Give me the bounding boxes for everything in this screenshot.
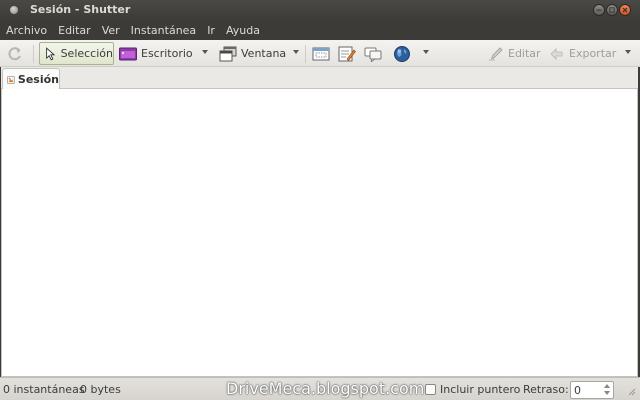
menu-capture-button[interactable] <box>338 42 356 65</box>
delay-spinner[interactable]: 0 <box>570 381 614 399</box>
tab-session-label: Sesión <box>17 73 59 86</box>
menu-archivo[interactable]: Archivo <box>6 24 47 37</box>
tab-session[interactable]: Sesión <box>2 68 60 90</box>
delay-spinner-buttons[interactable] <box>602 383 612 397</box>
web-dropdown-icon[interactable] <box>423 50 429 54</box>
edit-button[interactable]: Editar <box>488 42 541 65</box>
app-menu-icon[interactable] <box>10 6 18 14</box>
window-dropdown-icon[interactable] <box>293 50 299 54</box>
selection-button[interactable]: Selección <box>39 42 114 65</box>
menu-ir[interactable]: Ir <box>207 24 215 37</box>
session-icon <box>7 75 15 84</box>
edit-label: Editar <box>508 47 541 60</box>
toolbar: Selección Escritorio Ventana Editar Expo… <box>0 40 640 67</box>
toolbar-separator <box>305 45 306 63</box>
include-pointer-label: Incluir puntero <box>440 383 521 396</box>
edit-icon <box>489 46 503 61</box>
session-tab-strip: Sesión <box>0 67 640 90</box>
menu-capture-icon <box>338 46 356 61</box>
export-dropdown-icon[interactable] <box>625 50 631 54</box>
refresh-button[interactable] <box>6 42 24 65</box>
pointer-icon <box>46 46 56 60</box>
section-capture-button[interactable] <box>312 42 330 65</box>
export-button[interactable]: Exportar <box>549 42 616 65</box>
menu-ver[interactable]: Ver <box>102 24 120 37</box>
resize-grip-icon[interactable] <box>626 386 636 396</box>
delay-value: 0 <box>574 384 581 397</box>
menu-bar: Archivo Editar Ver Instantánea Ir Ayuda <box>0 21 640 40</box>
title-bar: Sesión - Shutter <box>0 0 640 21</box>
web-capture-button[interactable] <box>393 42 411 65</box>
refresh-icon <box>8 46 21 60</box>
desktop-label: Escritorio <box>141 47 193 60</box>
close-button[interactable] <box>619 4 631 16</box>
selection-label: Selección <box>60 47 113 60</box>
menu-ayuda[interactable]: Ayuda <box>226 24 260 37</box>
minimize-icon <box>596 9 602 11</box>
globe-icon <box>394 45 410 62</box>
export-label: Exportar <box>569 47 617 60</box>
export-icon <box>550 47 563 60</box>
section-icon <box>312 47 330 60</box>
watermark-text: DriveMeca.blogspot.com <box>226 379 425 398</box>
minimize-button[interactable] <box>593 4 605 16</box>
close-icon <box>622 7 628 13</box>
snapshot-count: 0 instantáneas <box>3 383 85 396</box>
maximize-icon <box>609 7 615 13</box>
window-title: Sesión - Shutter <box>30 3 131 16</box>
menu-editar[interactable]: Editar <box>58 24 91 37</box>
menu-instantanea[interactable]: Instantánea <box>131 24 197 37</box>
maximize-button[interactable] <box>606 4 618 16</box>
tooltip-icon <box>364 47 382 62</box>
toolbar-separator <box>33 45 34 63</box>
window-capture-icon <box>219 46 237 61</box>
tooltip-capture-button[interactable] <box>364 42 382 65</box>
desktop-button[interactable]: Escritorio <box>119 42 193 65</box>
include-pointer-checkbox[interactable] <box>425 384 436 395</box>
spin-down-icon[interactable] <box>604 391 610 395</box>
window-button[interactable]: Ventana <box>219 42 286 65</box>
desktop-dropdown-icon[interactable] <box>202 50 208 54</box>
total-size: 0 bytes <box>80 383 121 396</box>
desktop-icon <box>119 47 137 60</box>
spin-up-icon[interactable] <box>604 384 610 388</box>
window-label: Ventana <box>241 47 287 60</box>
session-content-area[interactable] <box>1 89 638 377</box>
delay-label: Retraso: <box>523 383 569 396</box>
status-bar: 0 instantáneas 0 bytes DriveMeca.blogspo… <box>0 377 640 400</box>
